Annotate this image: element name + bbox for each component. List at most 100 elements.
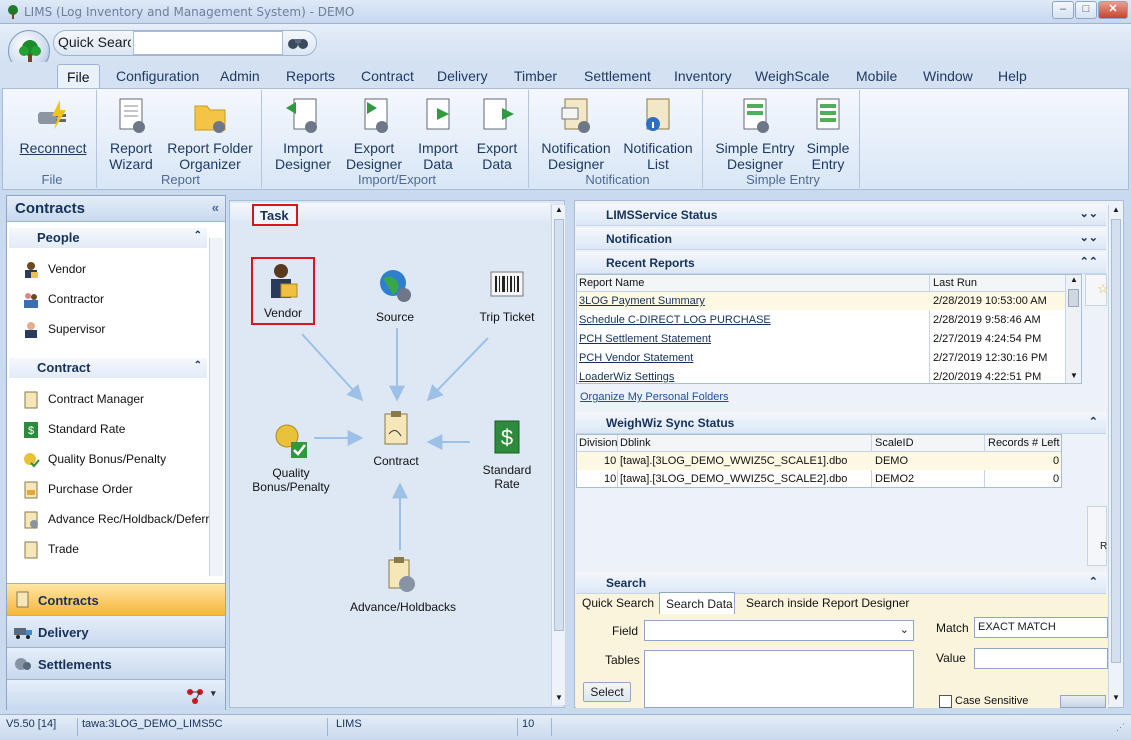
maximize-button[interactable]: □ — [1075, 1, 1097, 19]
dropdown-arrow-icon[interactable]: ▾ — [211, 688, 216, 699]
sidebar-item-contract-manager[interactable]: Contract Manager — [22, 391, 144, 409]
collapse-icon[interactable]: ⌃ — [1089, 415, 1098, 428]
tab-inventory[interactable]: Inventory — [674, 68, 732, 84]
case-sensitive-checkbox[interactable] — [939, 695, 952, 708]
search-tab-data[interactable]: Search Data — [659, 592, 735, 614]
sidebar-item-contractor[interactable]: Contractor — [22, 291, 104, 309]
sidebar-item-advance-rec[interactable]: Advance Rec/Holdback/Deferral — [22, 511, 219, 529]
task-scrollbar[interactable]: ▲ ▼ — [551, 205, 565, 705]
reconnect-button[interactable]: Reconnect — [15, 96, 91, 156]
tab-help[interactable]: Help — [998, 68, 1027, 84]
task-node-quality-bonus[interactable]: Quality Bonus/Penalty — [236, 422, 346, 494]
import-data-button[interactable]: Import Data — [413, 96, 463, 172]
search-tab-quick[interactable]: Quick Search — [582, 596, 654, 610]
collapse-icon[interactable]: ⌃ — [1089, 575, 1098, 588]
report-wizard-button[interactable]: Report Wizard — [104, 96, 158, 172]
tab-reports[interactable]: Reports — [286, 68, 335, 84]
tables-list[interactable] — [644, 650, 914, 708]
side-panel-button[interactable]: R — [1087, 506, 1107, 566]
scroll-down-icon[interactable]: ▼ — [555, 693, 563, 702]
configure-icon[interactable] — [185, 686, 205, 706]
export-data-button[interactable]: Export Data — [472, 96, 522, 172]
column-header[interactable]: Report Name — [579, 277, 644, 289]
dashboard-scrollbar[interactable]: ▲ ▼ — [1108, 205, 1122, 705]
section-header-people[interactable]: People ⌃ — [9, 228, 207, 248]
report-link[interactable]: PCH Settlement Statement — [579, 333, 711, 345]
expand-icon[interactable]: ⌄⌄ — [1080, 207, 1098, 220]
simple-entry-designer-button[interactable]: Simple Entry Designer — [713, 96, 797, 172]
field-select[interactable]: ⌄ — [644, 620, 914, 641]
quick-search-input[interactable] — [133, 31, 283, 55]
favorites-panel[interactable]: ☆ — [1085, 274, 1109, 306]
column-header[interactable]: ScaleID — [875, 437, 914, 449]
tab-window[interactable]: Window — [923, 68, 973, 84]
tab-mobile[interactable]: Mobile — [856, 68, 897, 84]
select-button[interactable]: Select — [583, 682, 631, 702]
sidebar-item-trade[interactable]: Trade — [22, 541, 79, 559]
task-node-contract[interactable]: Contract — [365, 410, 427, 468]
scroll-up-icon[interactable]: ▲ — [555, 205, 563, 214]
report-link[interactable]: Schedule C-DIRECT LOG PURCHASE — [579, 314, 771, 326]
sidebar-scrollbar[interactable] — [209, 238, 223, 576]
binoculars-icon[interactable] — [286, 33, 310, 53]
limsservice-status-header[interactable]: LIMSService Status ⌄⌄ — [576, 204, 1106, 226]
collapse-icon[interactable]: « — [212, 200, 219, 215]
recent-reports-header[interactable]: Recent Reports ⌃⌃ — [576, 252, 1106, 274]
organize-folders-link[interactable]: Organize My Personal Folders — [580, 391, 729, 403]
column-header[interactable]: Dblink — [620, 437, 651, 449]
simple-entry-button[interactable]: Simple Entry — [804, 96, 852, 172]
task-node-vendor[interactable]: Vendor — [253, 262, 313, 320]
tab-delivery[interactable]: Delivery — [437, 68, 488, 84]
minimize-button[interactable]: – — [1052, 1, 1074, 19]
match-select[interactable]: EXACT MATCH — [974, 617, 1108, 638]
scroll-down-icon[interactable]: ▼ — [1070, 371, 1078, 380]
notification-list-button[interactable]: Notification List — [622, 96, 694, 172]
scroll-thumb[interactable] — [1111, 219, 1121, 663]
report-folder-organizer-button[interactable]: Report Folder Organizer — [165, 96, 255, 172]
report-link[interactable]: LoaderWiz Settings — [579, 371, 674, 383]
scroll-thumb[interactable] — [1068, 289, 1079, 307]
search-go-button[interactable] — [1060, 695, 1106, 708]
task-node-advance-holdbacks[interactable]: Advance/Holdbacks — [350, 556, 456, 614]
nav-tab-contracts[interactable]: Contracts — [7, 583, 225, 615]
import-designer-button[interactable]: Import Designer — [272, 96, 334, 172]
task-node-source[interactable]: Source — [365, 266, 425, 324]
tab-weighscale[interactable]: WeighScale — [755, 68, 829, 84]
scroll-thumb[interactable] — [554, 219, 564, 631]
report-link[interactable]: 3LOG Payment Summary — [579, 295, 705, 307]
tab-timber[interactable]: Timber — [514, 68, 557, 84]
nav-tab-settlements[interactable]: Settlements — [7, 647, 225, 679]
collapse-icon[interactable]: ⌃⌃ — [1080, 255, 1098, 268]
search-tab-report-designer[interactable]: Search inside Report Designer — [746, 596, 909, 610]
close-button[interactable]: ✕ — [1098, 1, 1128, 19]
nav-tab-delivery[interactable]: Delivery — [7, 615, 225, 647]
search-header[interactable]: Search ⌃ — [576, 572, 1106, 594]
task-node-standard-rate[interactable]: $ Standard Rate — [469, 419, 545, 491]
task-node-trip-ticket[interactable]: Trip Ticket — [477, 266, 537, 324]
scroll-down-icon[interactable]: ▼ — [1112, 693, 1120, 702]
notification-designer-button[interactable]: Notification Designer — [540, 96, 612, 172]
section-header-contract[interactable]: Contract ⌃ — [9, 358, 207, 378]
tab-file[interactable]: File — [57, 64, 100, 90]
reports-scrollbar[interactable]: ▲ ▼ — [1065, 275, 1081, 383]
export-designer-button[interactable]: Export Designer — [343, 96, 405, 172]
scroll-up-icon[interactable]: ▲ — [1070, 275, 1078, 284]
sidebar-item-quality-bonus[interactable]: Quality Bonus/Penalty — [22, 451, 166, 469]
report-link[interactable]: PCH Vendor Statement — [579, 352, 693, 364]
sidebar-item-supervisor[interactable]: Supervisor — [22, 321, 105, 339]
notification-header[interactable]: Notification ⌄⌄ — [576, 228, 1106, 250]
expand-icon[interactable]: ⌄⌄ — [1080, 231, 1098, 244]
resize-grip-icon[interactable]: ⋰ — [1116, 722, 1125, 733]
scroll-up-icon[interactable]: ▲ — [1112, 205, 1120, 214]
column-header[interactable]: Records # Left — [988, 437, 1060, 449]
splitter[interactable] — [566, 200, 574, 708]
tab-admin[interactable]: Admin — [220, 68, 260, 84]
column-header[interactable]: Division — [579, 437, 618, 449]
tab-configuration[interactable]: Configuration — [116, 68, 199, 84]
tab-contract[interactable]: Contract — [361, 68, 414, 84]
weighwiz-header[interactable]: WeighWiz Sync Status ⌃ — [576, 412, 1106, 434]
sidebar-item-vendor[interactable]: Vendor — [22, 261, 86, 279]
value-input[interactable] — [974, 648, 1108, 669]
sidebar-item-purchase-order[interactable]: Purchase Order — [22, 481, 133, 499]
tab-settlement[interactable]: Settlement — [584, 68, 651, 84]
